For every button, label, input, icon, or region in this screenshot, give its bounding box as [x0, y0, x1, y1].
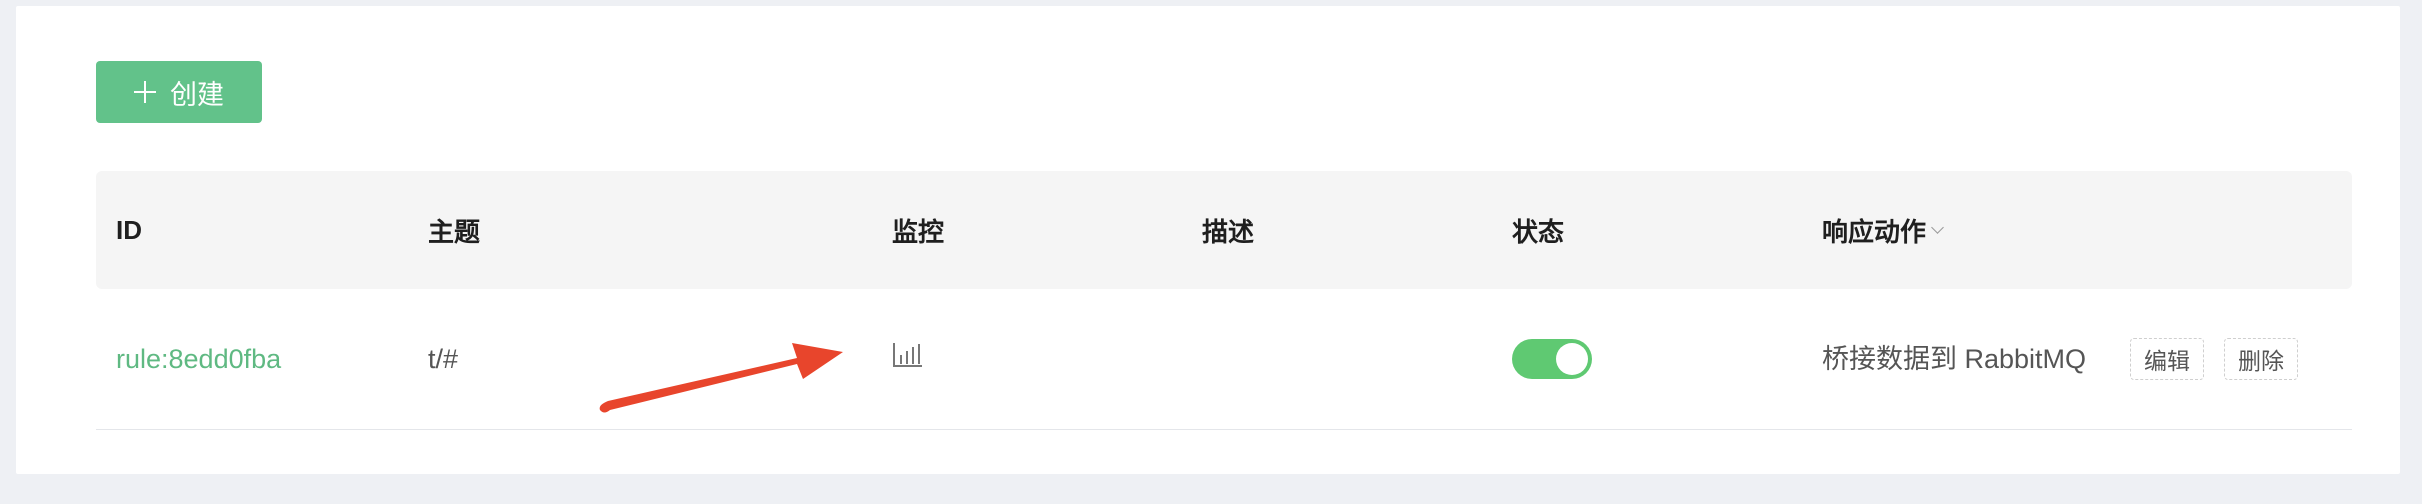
table-header: ID 主题 监控 描述 状态 响应动作 [96, 171, 2352, 289]
rules-panel: 创建 ID 主题 监控 描述 状态 响应动作 rule:8edd0fba t/# [16, 6, 2400, 474]
column-header-topic: 主题 [428, 216, 481, 247]
rule-action: 桥接数据到 RabbitMQ [1822, 344, 2087, 374]
status-toggle[interactable] [1512, 339, 1592, 379]
delete-button[interactable]: 删除 [2224, 338, 2298, 380]
rule-id-link[interactable]: rule:8edd0fba [116, 344, 281, 375]
edit-button[interactable]: 编辑 [2130, 338, 2204, 380]
plus-icon [134, 81, 156, 103]
rules-table: ID 主题 监控 描述 状态 响应动作 rule:8edd0fba t/# 桥接… [96, 171, 2352, 430]
table-row: rule:8edd0fba t/# 桥接数据到 RabbitMQ 编辑 删除 [96, 289, 2352, 430]
column-header-actions-label: 响应动作 [1822, 216, 1927, 247]
create-button-label: 创建 [170, 79, 224, 110]
bar-chart-icon[interactable] [892, 341, 924, 369]
column-header-id: ID [116, 214, 142, 245]
column-header-monitor: 监控 [892, 216, 945, 247]
toggle-knob [1556, 343, 1588, 375]
column-header-actions[interactable]: 响应动作 [1822, 171, 1944, 289]
create-button[interactable]: 创建 [96, 61, 262, 123]
column-header-description: 描述 [1202, 216, 1255, 247]
rule-topic: t/# [428, 343, 459, 374]
column-header-status: 状态 [1512, 216, 1565, 247]
chevron-down-icon[interactable] [1931, 220, 1944, 234]
